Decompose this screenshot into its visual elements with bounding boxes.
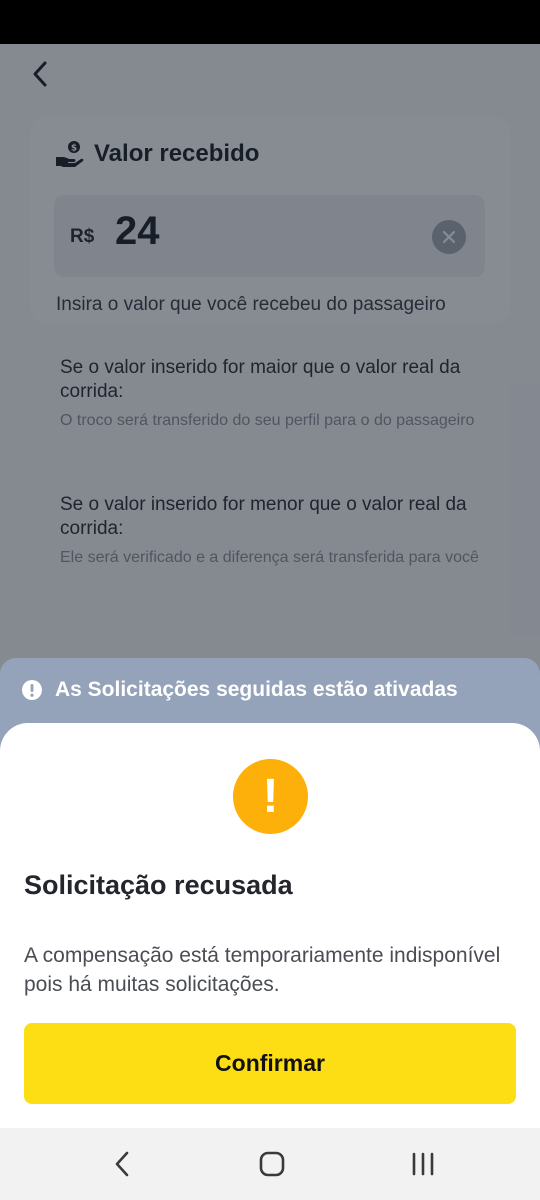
nav-back-button[interactable]	[102, 1146, 142, 1182]
system-navigation-bar	[0, 1128, 540, 1200]
request-refused-sheet: ! Solicitação recusada A compensação est…	[0, 723, 540, 1128]
confirm-button-label: Confirmar	[215, 1050, 325, 1076]
sheet-title: Solicitação recusada	[24, 870, 293, 900]
status-bar	[0, 0, 540, 44]
sheet-description: A compensação está temporariamente indis…	[24, 944, 501, 996]
nav-home-button[interactable]	[252, 1146, 292, 1182]
warning-icon: !	[233, 759, 308, 834]
confirm-button[interactable]: Confirmar	[24, 1023, 516, 1104]
alert-circle-icon	[22, 680, 42, 700]
nav-home-icon	[259, 1151, 285, 1177]
nav-recents-icon	[412, 1152, 434, 1176]
banner-row: As Solicitações seguidas estão ativadas	[21, 678, 458, 702]
nav-recents-button[interactable]	[403, 1146, 443, 1182]
nav-back-icon	[115, 1151, 129, 1177]
warning-glyph: !	[262, 769, 279, 823]
banner-text: As Solicitações seguidas estão ativadas	[55, 678, 458, 701]
